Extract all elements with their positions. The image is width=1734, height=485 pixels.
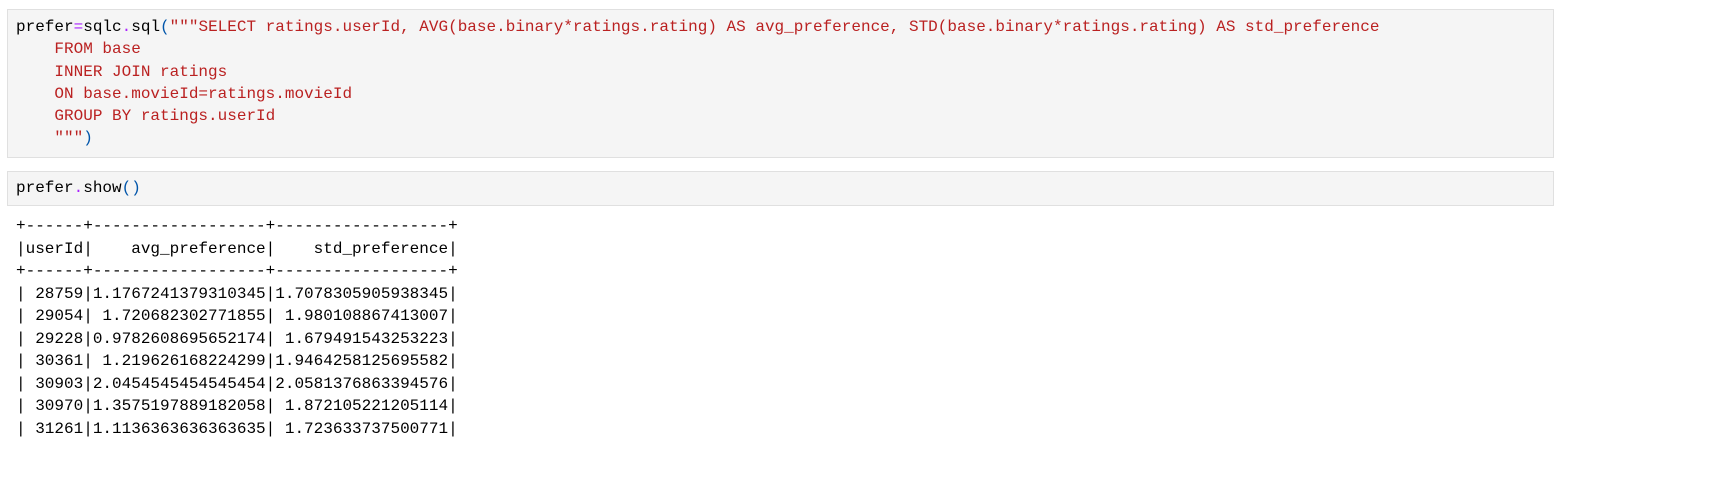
code-cell-sql-query[interactable]: prefer=sqlc.sql("""SELECT ratings.userId… bbox=[7, 9, 1554, 158]
sql-string-line: """ bbox=[16, 129, 84, 148]
sql-string-line: ON base.movieId=ratings.movieId bbox=[16, 84, 353, 103]
code-token: sql bbox=[131, 18, 161, 36]
cell-output-table: +------+------------------+-------------… bbox=[16, 215, 458, 440]
sql-string-line: """SELECT ratings.userId, AVG(base.binar… bbox=[169, 18, 1380, 36]
table-row: | 30903|2.0454545454545454|2.05813768633… bbox=[16, 374, 458, 393]
table-row: | 28759|1.1767241379310345|1.70783059059… bbox=[16, 284, 458, 303]
table-row: | 29054| 1.720682302771855| 1.9801088674… bbox=[16, 307, 458, 325]
code-editor[interactable]: prefer.show() bbox=[16, 177, 141, 199]
code-token: sqlc bbox=[83, 18, 122, 36]
table-row: | 29228|0.9782608695652174| 1.6794915432… bbox=[16, 329, 458, 348]
code-token: . bbox=[121, 18, 132, 36]
code-token: show bbox=[83, 179, 122, 197]
code-token: prefer bbox=[16, 179, 74, 197]
code-editor[interactable]: prefer=sqlc.sql("""SELECT ratings.userId… bbox=[16, 16, 1379, 150]
table-header: |userId| avg_preference| std_preference| bbox=[16, 239, 458, 258]
code-token: ) bbox=[83, 129, 93, 148]
code-token: prefer bbox=[16, 18, 74, 36]
code-token: ( bbox=[160, 18, 170, 36]
table-row: | 31261|1.1136363636363635| 1.7236337375… bbox=[16, 419, 458, 438]
code-token: () bbox=[121, 179, 141, 197]
code-cell-show[interactable]: prefer.show() bbox=[7, 171, 1554, 206]
table-row: | 30970|1.3575197889182058| 1.8721052212… bbox=[16, 397, 458, 415]
code-token: = bbox=[73, 18, 84, 36]
table-border: +------+------------------+-------------… bbox=[16, 217, 458, 235]
sql-string-line: INNER JOIN ratings bbox=[16, 62, 228, 81]
code-token: . bbox=[73, 179, 84, 197]
sql-string-line: GROUP BY ratings.userId bbox=[16, 107, 276, 126]
table-border: +------+------------------+-------------… bbox=[16, 262, 458, 280]
table-row: | 30361| 1.219626168224299|1.94642581256… bbox=[16, 352, 458, 370]
sql-string-line: FROM base bbox=[16, 40, 141, 59]
